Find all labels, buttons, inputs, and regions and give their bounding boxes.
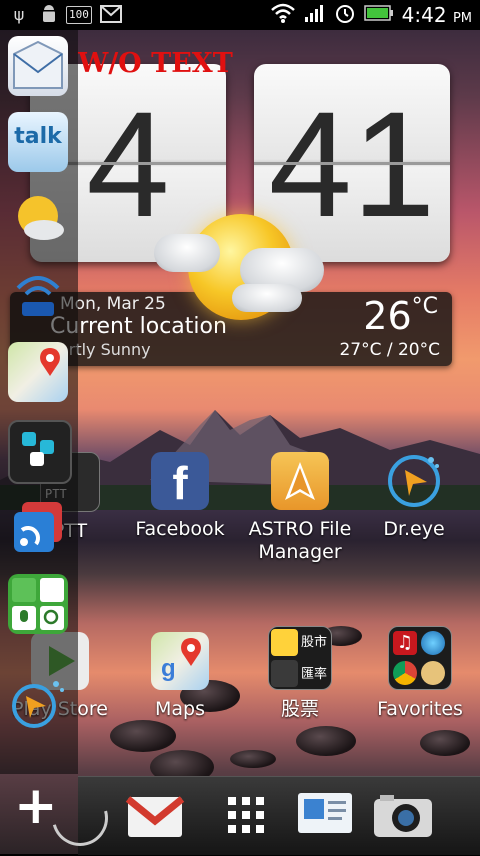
cloud-icon [232,284,302,312]
stocks-tile-icon [271,629,298,656]
facebook-icon: f [151,452,209,510]
folder-favorites[interactable]: ♫ Favorites [360,626,480,721]
clock-minute-card[interactable]: 41 [254,64,450,262]
temperature-value: 26 [363,294,412,338]
temperature-unit: °C [411,294,438,319]
app-label: Maps [155,698,205,720]
app-label: 股票 [280,698,319,720]
signal-strength-icon [304,3,326,27]
battery-icon [363,5,394,25]
watermark-text: W/O TEXT [78,48,233,79]
voice-search-app-icon[interactable] [8,574,68,634]
app-label: Facebook [135,518,225,540]
app-label: Dr.eye [383,518,445,540]
talk-label: talk [14,124,62,149]
rock [296,726,356,756]
weather-temperature: 26°C [363,294,438,338]
folder-stocks[interactable]: 股市 匯率 股票 [240,626,360,721]
dreye-app-icon[interactable] [8,672,68,732]
rock [110,720,176,752]
favorites-folder-icon: ♫ [388,626,452,690]
tunein-app-icon[interactable] [8,420,72,484]
status-time: 4:42 [401,3,447,27]
mail-app-icon[interactable] [8,36,68,96]
status-ampm: PM [452,11,472,26]
rss-reader-app-icon[interactable] [8,498,68,558]
add-contact-plus-icon[interactable]: + [14,780,58,832]
music-icon: ♫ [393,631,417,655]
stocks-folder-icon: 股市 匯率 [268,626,332,690]
dreye-icon [385,452,443,510]
usb-icon: ψ [13,5,25,24]
app-drawer-icon[interactable] [214,783,280,849]
dock-bar [78,776,480,855]
maps-icon: g [151,632,209,690]
status-clock: 4:42 PM [402,3,472,27]
cloud-icon [154,234,220,272]
exchange-rate-tile-label: 匯率 [301,667,328,682]
quick-launch-sidebar: talk [0,30,78,774]
wifi-router-app-icon[interactable] [8,266,68,326]
status-bar: ψ 100 4:42 PM [0,0,480,30]
weather-app-icon[interactable] [8,190,68,250]
contacts-icon[interactable] [294,783,360,849]
palette-icon [421,661,445,685]
alarm-icon [334,2,356,28]
astro-folder-icon [271,452,329,510]
wifi-icon [270,3,296,27]
app-dreye[interactable]: Dr.eye [354,452,474,541]
chrome-icon [393,661,417,685]
globe-icon [421,631,445,655]
svg-text:g: g [161,655,176,682]
app-astro-file-manager[interactable]: ASTRO File Manager [240,452,360,564]
app-maps[interactable]: g Maps [120,632,240,721]
app-facebook[interactable]: f Facebook [120,452,240,541]
talk-app-icon[interactable]: talk [8,112,68,172]
battery-level-badge: 100 [66,6,92,24]
rock [420,730,470,756]
rock [230,750,276,768]
weather-high-low: 27°C / 20°C [339,340,440,360]
twse-tile-icon [271,660,298,687]
app-label: Favorites [377,698,463,720]
maps-app-icon[interactable] [8,342,68,402]
stocks-tile-label: 股市 [301,635,328,650]
camera-icon[interactable] [370,783,436,849]
hinge-line [254,162,450,165]
gmail-icon[interactable] [122,783,188,849]
gmail-notification-icon [99,5,122,25]
app-label: ASTRO File Manager [248,518,352,563]
android-debug-icon [38,5,60,25]
